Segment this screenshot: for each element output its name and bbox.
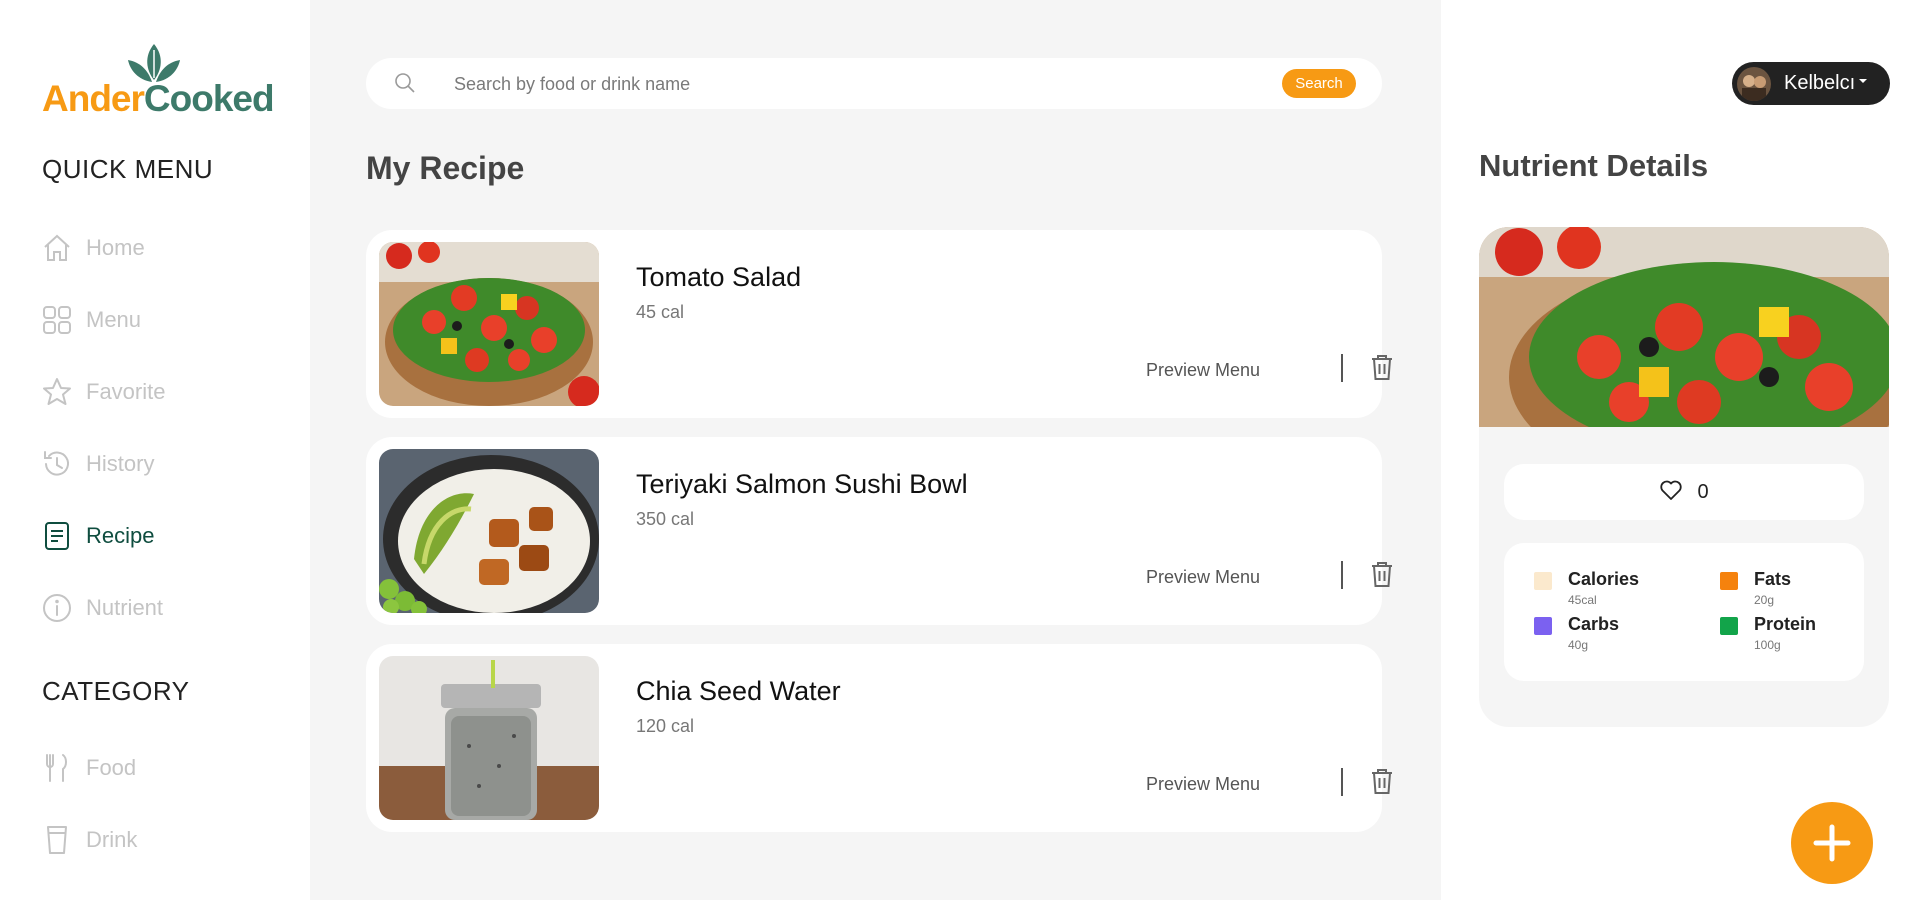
main-content: Search My Recipe Tomato Salad 45 cal Pre…: [310, 0, 1441, 900]
utensils-icon: [40, 751, 74, 785]
nutrient-legend: Calories 45cal Fats 20g Carbs 40g Protei…: [1504, 543, 1864, 681]
sidebar-item-history[interactable]: History: [40, 444, 270, 484]
nutrient-card: 0 Calories 45cal Fats 20g Carbs 40g Prot…: [1479, 227, 1889, 727]
recipe-calories: 45 cal: [636, 302, 685, 322]
preview-menu-link[interactable]: Preview Menu: [1146, 774, 1260, 795]
user-name: Kelbelcı: [1784, 72, 1856, 94]
recipe-card[interactable]: Teriyaki Salmon Sushi Bowl 350 cal Previ…: [366, 437, 1392, 625]
sidebar-item-home[interactable]: Home: [40, 228, 270, 268]
sidebar-item-label: Menu: [86, 307, 142, 332]
sidebar-item-label: Recipe: [86, 523, 155, 548]
legend-label: Fats: [1754, 569, 1792, 589]
recipe-calories: 350 cal: [636, 509, 695, 529]
delete-icon[interactable]: [1369, 560, 1395, 593]
legend-item-calories: Calories 45cal: [1534, 569, 1674, 609]
sidebar-item-label: Home: [86, 235, 145, 260]
recipe-name: Chia Seed Water: [636, 676, 841, 706]
legend-value: 40g: [1568, 638, 1589, 652]
page-title: My Recipe: [366, 150, 525, 186]
sidebar-item-nutrient[interactable]: Nutrient: [40, 588, 270, 628]
sidebar-item-food[interactable]: Food: [40, 748, 270, 788]
legend-value: 100g: [1754, 638, 1781, 652]
legend-label: Carbs: [1568, 614, 1620, 634]
star-icon: [40, 375, 74, 409]
quick-menu-title: QUICK MENU: [42, 154, 214, 184]
recipe-image: [379, 656, 599, 820]
brand-name: AnderCooked: [42, 78, 275, 120]
sidebar-item-favorite[interactable]: Favorite: [40, 372, 270, 412]
divider: [1341, 768, 1343, 796]
sidebar-item-label: Drink: [86, 827, 138, 852]
legend-item-fats: Fats 20g: [1720, 569, 1860, 609]
sidebar-item-recipe[interactable]: Recipe: [40, 516, 270, 556]
like-button[interactable]: 0: [1504, 464, 1864, 520]
divider: [1341, 561, 1343, 589]
legend-item-carbs: Carbs 40g: [1534, 614, 1674, 654]
divider: [1341, 354, 1343, 382]
legend-swatch: [1534, 572, 1552, 590]
recipe-name: Teriyaki Salmon Sushi Bowl: [636, 469, 968, 499]
brand-logo[interactable]: AnderCooked: [42, 40, 275, 120]
plus-icon: [1813, 824, 1851, 862]
user-menu-button[interactable]: Kelbelcı: [1732, 62, 1890, 105]
recipe-image: [379, 449, 599, 613]
nutrient-food-image: [1479, 227, 1889, 427]
nutrient-panel: Kelbelcı Nutrient Details 0 Calories 45c…: [1441, 0, 1917, 900]
sidebar-item-label: Food: [86, 755, 137, 780]
legend-swatch: [1720, 572, 1738, 590]
recipe-name: Tomato Salad: [636, 262, 802, 292]
legend-value: 45cal: [1568, 593, 1597, 607]
sidebar-item-drink[interactable]: Drink: [40, 820, 270, 860]
preview-menu-link[interactable]: Preview Menu: [1146, 567, 1260, 588]
like-count: 0: [1697, 480, 1709, 503]
info-icon: [40, 591, 74, 625]
recipe-image: [379, 242, 599, 406]
search-button[interactable]: Search: [1282, 69, 1356, 98]
search-icon: [394, 72, 416, 99]
search-bar: Search: [366, 58, 1382, 109]
recipe-icon: [40, 519, 74, 553]
recipe-card[interactable]: Chia Seed Water 120 cal Preview Menu: [366, 644, 1392, 832]
preview-menu-link[interactable]: Preview Menu: [1146, 360, 1260, 381]
sidebar: AnderCooked QUICK MENU Home Menu Favorit…: [0, 0, 310, 900]
delete-icon[interactable]: [1369, 353, 1395, 386]
legend-value: 20g: [1754, 593, 1775, 607]
legend-label: Protein: [1754, 614, 1817, 634]
grid-icon: [40, 303, 74, 337]
sidebar-item-label: Nutrient: [86, 595, 164, 620]
sidebar-item-label: History: [86, 451, 155, 476]
avatar: [1737, 67, 1771, 101]
recipe-card[interactable]: Tomato Salad 45 cal Preview Menu: [366, 230, 1392, 418]
home-icon: [40, 231, 74, 265]
cup-icon: [40, 823, 74, 857]
brand-name-part1: Ander: [42, 78, 145, 119]
legend-swatch: [1534, 617, 1552, 635]
add-recipe-button[interactable]: [1791, 802, 1873, 884]
search-input[interactable]: [454, 70, 1234, 98]
legend-label: Calories: [1568, 569, 1640, 589]
heart-icon: [1659, 479, 1683, 506]
history-icon: [40, 447, 74, 481]
legend-swatch: [1720, 617, 1738, 635]
brand-name-part2: Cooked: [143, 78, 275, 119]
chevron-down-icon: [1856, 74, 1870, 93]
sidebar-item-label: Favorite: [86, 379, 166, 404]
recipe-calories: 120 cal: [636, 716, 695, 736]
nutrient-details-title: Nutrient Details: [1479, 148, 1709, 183]
category-title: CATEGORY: [42, 676, 190, 706]
legend-item-protein: Protein 100g: [1720, 614, 1860, 654]
sidebar-item-menu[interactable]: Menu: [40, 300, 270, 340]
delete-icon[interactable]: [1369, 767, 1395, 800]
